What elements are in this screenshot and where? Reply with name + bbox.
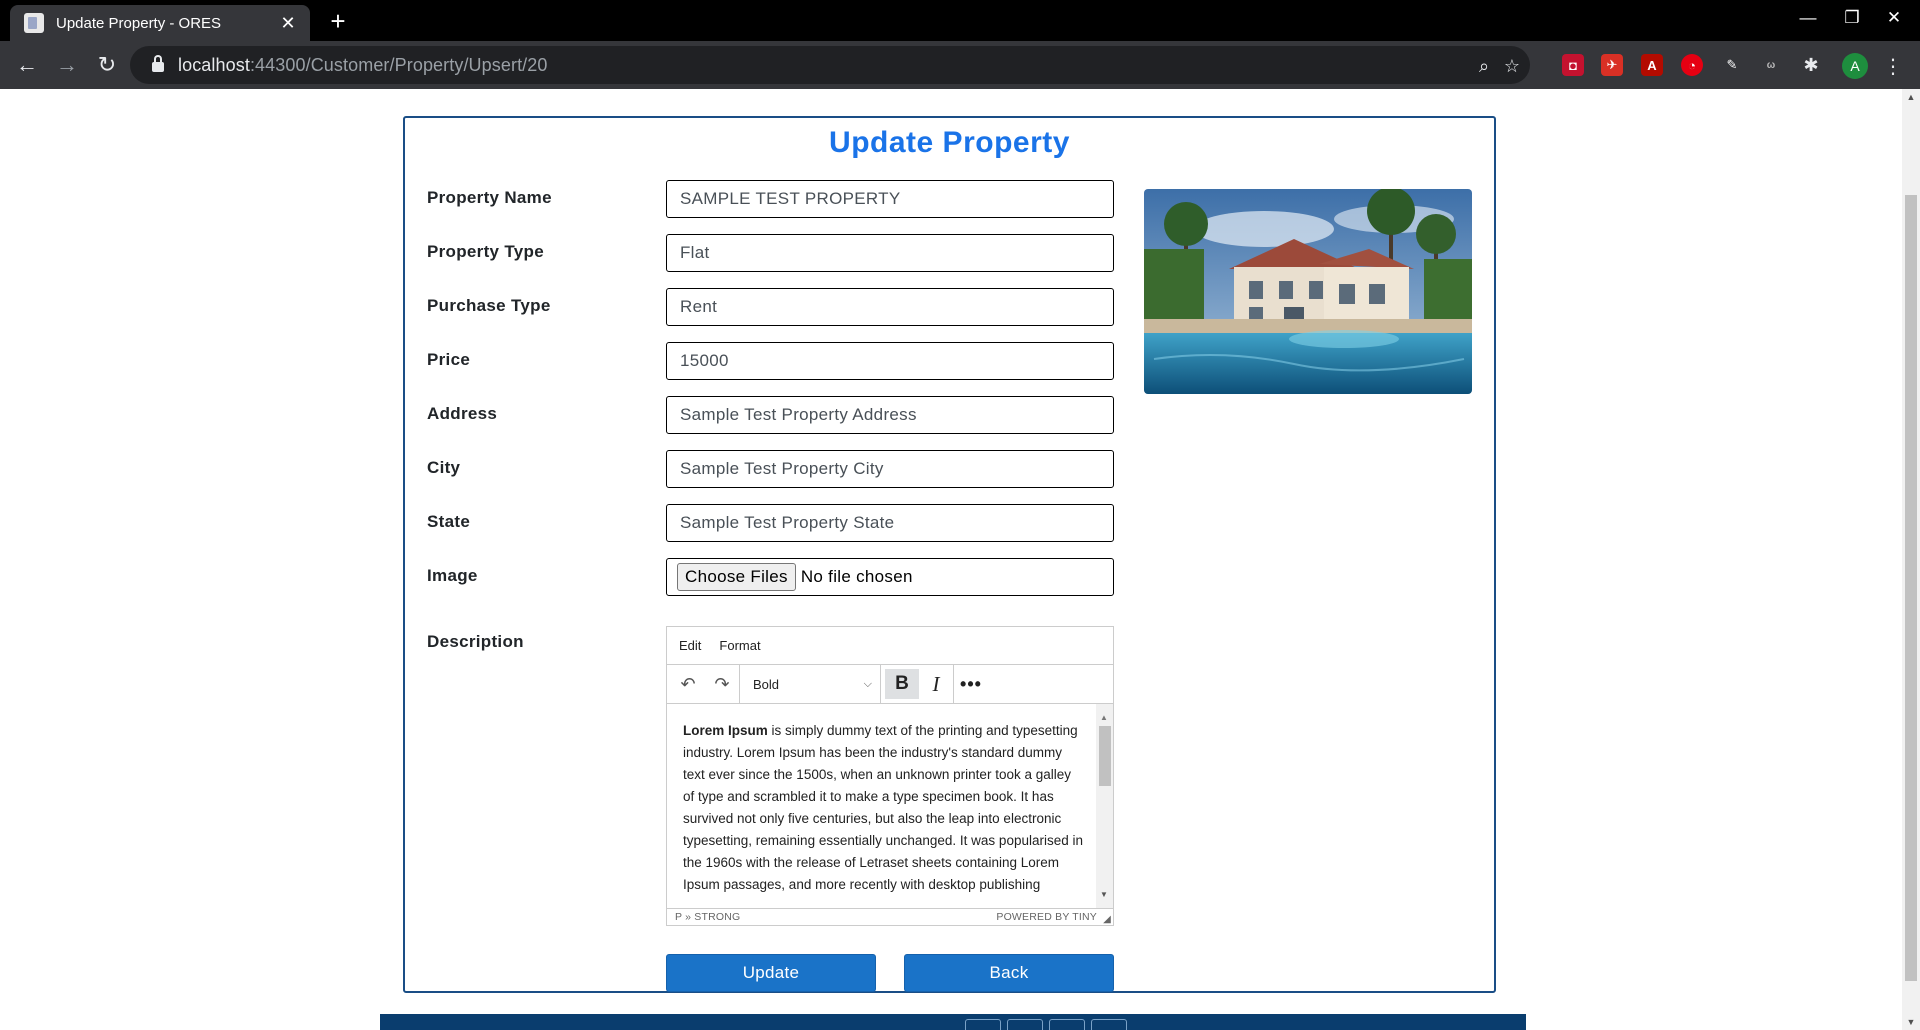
- state-input[interactable]: Sample Test Property State: [666, 504, 1114, 542]
- forward-arrow-icon[interactable]: →: [52, 50, 82, 80]
- extension-red-icon[interactable]: ◔: [1681, 54, 1703, 76]
- bookmark-star-icon[interactable]: ☆: [1500, 54, 1524, 78]
- extension-wu-icon[interactable]: ω: [1760, 54, 1782, 76]
- property-photo: [1144, 189, 1472, 394]
- property-type-label: Property Type: [427, 242, 544, 261]
- address-bar[interactable]: localhost:44300/Customer/Property/Upsert…: [130, 46, 1530, 84]
- footer-social-icon[interactable]: [1049, 1019, 1085, 1030]
- purchase-type-label: Purchase Type: [427, 296, 551, 315]
- redo-icon[interactable]: ↷: [705, 669, 739, 699]
- footer-social-icon[interactable]: [1091, 1019, 1127, 1030]
- tab-title: Update Property - ORES: [56, 14, 222, 32]
- page-title: Update Property: [829, 126, 1070, 159]
- more-options-icon[interactable]: •••: [954, 669, 988, 699]
- description-label: Description: [427, 632, 524, 651]
- property-type-input[interactable]: Flat: [666, 234, 1114, 272]
- editor-statusbar: P » STRONG POWERED BY TINY ◢: [667, 908, 1113, 925]
- scroll-down-arrow-icon[interactable]: ▼: [1100, 884, 1108, 906]
- editor-element-path[interactable]: P » STRONG: [675, 911, 740, 923]
- new-tab-icon[interactable]: +: [323, 6, 353, 36]
- description-editor[interactable]: Edit Format ↶ ↷ Bold ⌵ B I ••• Lorem Ips…: [666, 626, 1114, 926]
- browser-tab-strip: Update Property - ORES ✕ + — ❐ ✕: [0, 0, 1920, 41]
- address-input[interactable]: Sample Test Property Address: [666, 396, 1114, 434]
- choose-files-button[interactable]: Choose Files: [677, 563, 796, 591]
- editor-menubar: Edit Format: [667, 627, 1113, 665]
- file-status-text: No file chosen: [800, 567, 913, 586]
- purchase-type-input[interactable]: Rent: [666, 288, 1114, 326]
- browser-tab[interactable]: Update Property - ORES ✕: [10, 5, 310, 41]
- editor-content[interactable]: Lorem Ipsum is simply dummy text of the …: [667, 704, 1113, 909]
- block-format-select[interactable]: Bold ⌵: [740, 669, 880, 699]
- resize-handle-icon[interactable]: ◢: [1103, 914, 1111, 925]
- zoom-icon[interactable]: ⌕: [1472, 54, 1496, 78]
- back-button[interactable]: Back: [904, 954, 1114, 992]
- address-label: Address: [427, 404, 498, 423]
- state-label: State: [427, 512, 471, 531]
- undo-icon[interactable]: ↶: [671, 669, 705, 699]
- extension-pocket-icon[interactable]: ◘: [1562, 54, 1584, 76]
- city-input[interactable]: Sample Test Property City: [666, 450, 1114, 488]
- italic-button[interactable]: I: [919, 669, 953, 699]
- extensions-puzzle-icon[interactable]: ✱: [1800, 54, 1822, 76]
- price-input[interactable]: 15000: [666, 342, 1114, 380]
- editor-scroll-thumb[interactable]: [1099, 726, 1111, 786]
- page-scrollbar[interactable]: ▲ ▼: [1902, 89, 1920, 1030]
- url-text: localhost:44300/Customer/Property/Upsert…: [178, 54, 548, 75]
- city-label: City: [427, 458, 461, 477]
- bold-button[interactable]: B: [885, 669, 919, 699]
- toolbar-divider: [880, 664, 881, 704]
- page-favicon-icon: [24, 13, 44, 33]
- property-name-input[interactable]: SAMPLE TEST PROPERTY: [666, 180, 1114, 218]
- editor-menu-format[interactable]: Format: [719, 638, 760, 653]
- back-arrow-icon[interactable]: ←: [12, 50, 42, 80]
- close-window-icon[interactable]: ✕: [1866, 0, 1920, 36]
- close-tab-icon[interactable]: ✕: [276, 11, 300, 35]
- editor-menu-edit[interactable]: Edit: [679, 638, 701, 653]
- editor-body-text: is simply dummy text of the printing and…: [683, 723, 1083, 892]
- footer-social-icon[interactable]: [965, 1019, 1001, 1030]
- footer-social-icon[interactable]: [1007, 1019, 1043, 1030]
- browser-toolbar: ← → ↻ localhost:44300/Customer/Property/…: [0, 41, 1920, 89]
- editor-scrollbar[interactable]: ▲ ▼: [1096, 704, 1113, 909]
- block-format-value: Bold: [753, 676, 780, 692]
- page-scroll-up-icon[interactable]: ▲: [1902, 89, 1920, 105]
- extension-pen-icon[interactable]: ✎: [1721, 54, 1743, 76]
- extension-pdf-icon[interactable]: A: [1641, 54, 1663, 76]
- page-footer: [380, 1014, 1526, 1030]
- profile-avatar[interactable]: A: [1842, 53, 1868, 79]
- update-button[interactable]: Update: [666, 954, 876, 992]
- price-label: Price: [427, 350, 471, 369]
- extension-cast-icon[interactable]: ✈: [1601, 54, 1623, 76]
- page-viewport: Update Property Property Name SAMPLE TES…: [0, 89, 1902, 1030]
- property-name-label: Property Name: [427, 188, 552, 207]
- page-scroll-thumb[interactable]: [1905, 195, 1917, 981]
- editor-branding[interactable]: POWERED BY TINY: [996, 911, 1097, 923]
- chevron-down-icon: ⌵: [863, 677, 872, 690]
- browser-menu-icon[interactable]: ⋮: [1883, 53, 1903, 79]
- page-scroll-down-icon[interactable]: ▼: [1902, 1014, 1920, 1030]
- image-label: Image: [427, 566, 478, 585]
- image-file-input[interactable]: Choose Files No file chosen: [666, 558, 1114, 596]
- editor-toolbar: ↶ ↷ Bold ⌵ B I •••: [667, 664, 1113, 704]
- reload-icon[interactable]: ↻: [92, 50, 122, 80]
- update-property-card: Update Property Property Name SAMPLE TES…: [403, 116, 1496, 993]
- editor-bold-text: Lorem Ipsum: [683, 723, 768, 738]
- lock-icon: [152, 55, 164, 72]
